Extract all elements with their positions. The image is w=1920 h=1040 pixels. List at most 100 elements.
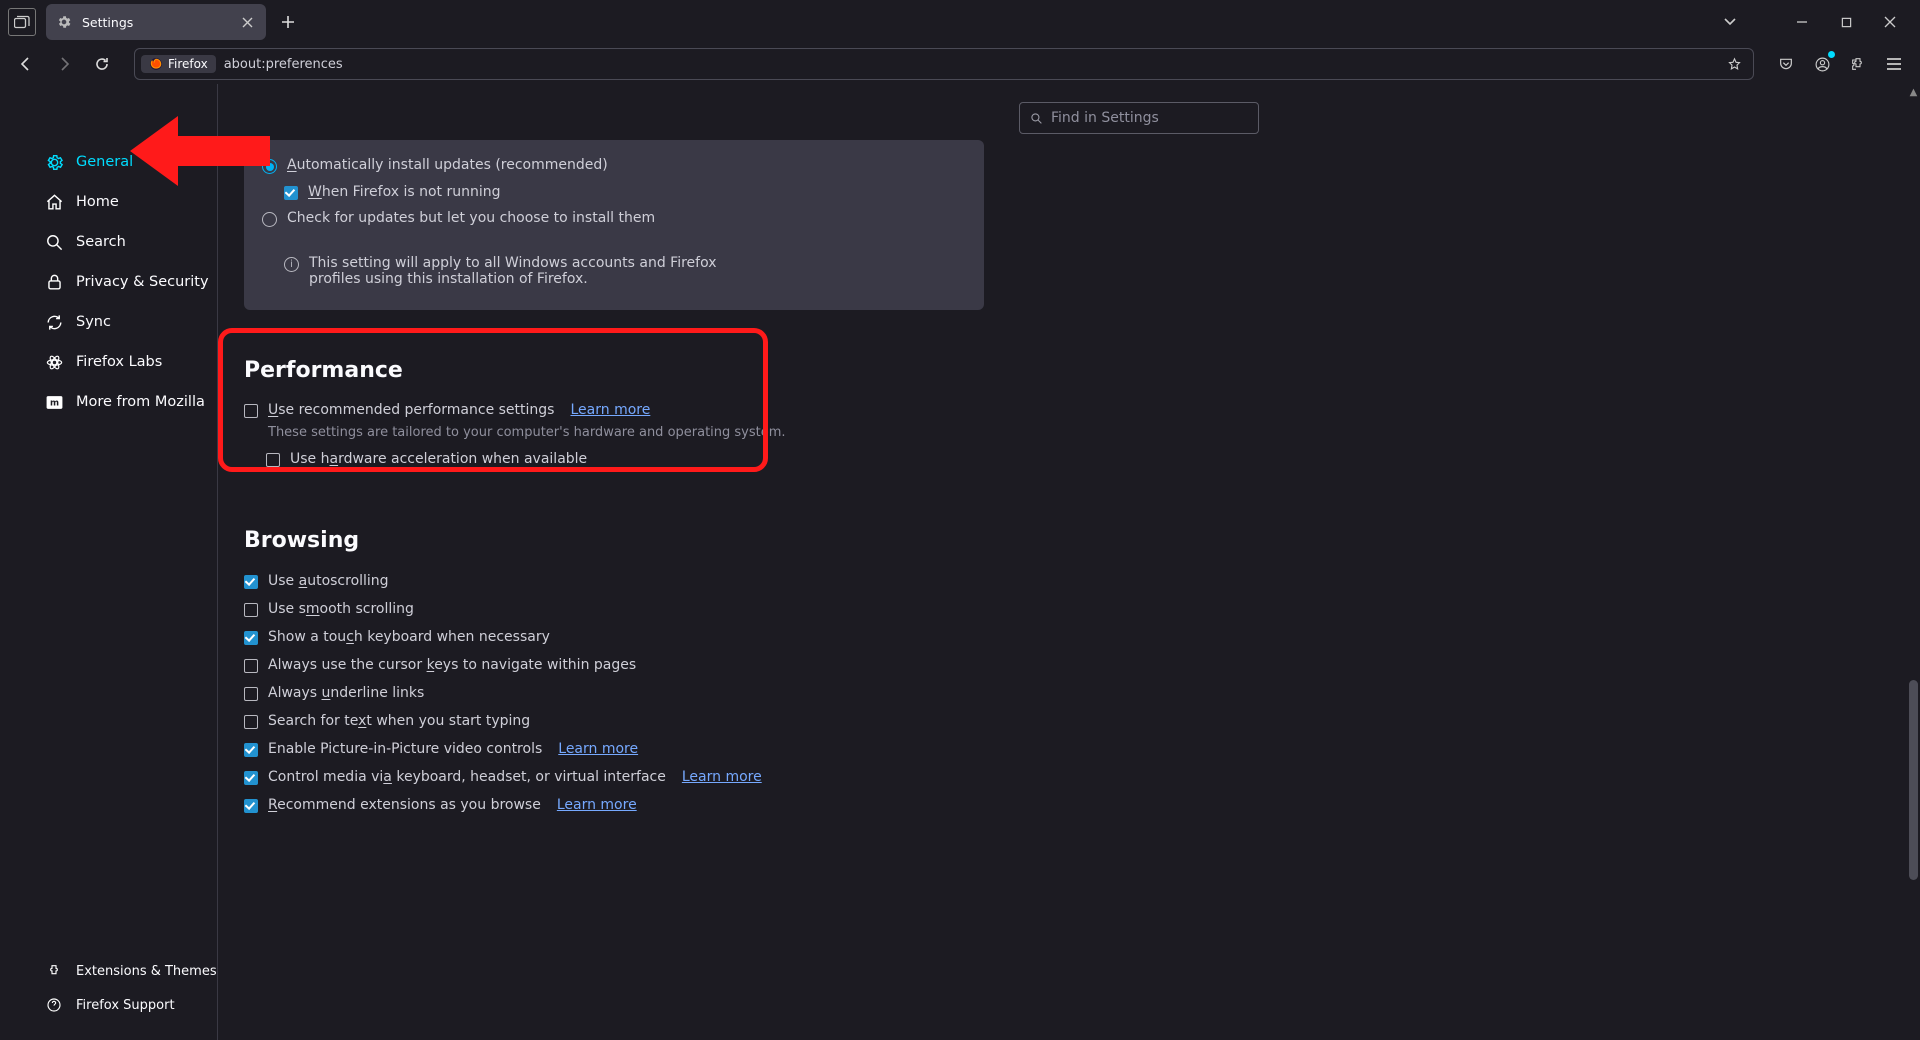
sidebar-item-label: Home [76,194,119,210]
pocket-icon [1778,56,1794,72]
checkbox-browsing-2[interactable] [244,631,258,645]
checkbox-browsing-8[interactable] [244,799,258,813]
sidebar-item-sync[interactable]: Sync [0,302,217,342]
learn-more-link[interactable]: Learn more [558,741,638,757]
checkbox-label: Search for text when you start typing [268,713,530,729]
titlebar: Settings [0,0,1920,44]
browsing-row: Always underline links [244,679,984,707]
sidebar-item-label: Firefox Labs [76,354,162,370]
checkbox-label: Use hardware acceleration when available [290,451,587,467]
main-area: General Home Search Privacy & Security S… [0,84,1920,1040]
sidebar-item-label: Privacy & Security [76,274,209,290]
radio-check-install[interactable] [262,212,277,227]
bookmark-button[interactable] [1721,51,1747,77]
forward-button[interactable] [48,48,80,80]
url-text: about:preferences [224,57,343,72]
sidebar-footer-support[interactable]: Firefox Support [0,988,217,1022]
puzzle-icon [1850,56,1866,72]
reload-icon [94,56,110,72]
account-icon [1814,56,1831,73]
checkbox-browsing-6[interactable] [244,743,258,757]
tab-close-button[interactable] [238,13,256,31]
close-icon [242,17,253,28]
browsing-row: Show a touch keyboard when necessary [244,623,984,651]
browsing-row: Recommend extensions as you browseLearn … [244,791,984,819]
recent-windows-button[interactable] [8,8,36,36]
tab-title: Settings [82,15,228,30]
performance-heading: Performance [244,358,984,383]
browsing-row: Control media via keyboard, headset, or … [244,763,984,791]
browsing-row: Search for text when you start typing [244,707,984,735]
scrollbar-thumb[interactable] [1909,680,1918,880]
tabs-dropdown-button[interactable] [1708,4,1752,40]
firefox-icon [149,57,163,71]
update-note-row: i This setting will apply to all Windows… [262,250,966,292]
sidebar-item-search[interactable]: Search [0,222,217,262]
home-icon [44,192,64,212]
extensions-button[interactable] [1842,48,1874,80]
arrow-left-icon [18,56,34,72]
checkbox-label: Always use the cursor keys to navigate w… [268,657,636,673]
sidebar-item-label: More from Mozilla [76,394,205,410]
window-close-button[interactable] [1868,4,1912,40]
checkbox-hw-accel[interactable] [266,453,280,467]
url-bar[interactable]: Firefox about:preferences [134,48,1754,80]
gear-icon [44,152,64,172]
search-icon [44,232,64,252]
gear-icon [56,14,72,30]
updates-panel: Automatically install updates (recommend… [244,140,984,310]
checkbox-label: Show a touch keyboard when necessary [268,629,550,645]
browsing-row: Enable Picture-in-Picture video controls… [244,735,984,763]
browser-tab[interactable]: Settings [46,4,266,40]
browsing-row: Always use the cursor keys to navigate w… [244,651,984,679]
recent-windows-icon [14,15,30,29]
checkbox-browsing-1[interactable] [244,603,258,617]
checkbox-browsing-0[interactable] [244,575,258,589]
app-menu-button[interactable] [1878,48,1910,80]
settings-content: Automatically install updates (recommend… [218,84,1920,1040]
new-tab-button[interactable] [272,6,304,38]
vertical-scrollbar[interactable]: ▲ [1907,84,1920,1040]
pocket-button[interactable] [1770,48,1802,80]
puzzle-icon [44,961,64,981]
perf-hw-row: Use hardware acceleration when available [244,446,984,472]
window-minimize-button[interactable] [1780,4,1824,40]
account-button[interactable] [1806,48,1838,80]
checkbox-browsing-5[interactable] [244,715,258,729]
sync-icon [44,312,64,332]
checkbox-browsing-4[interactable] [244,687,258,701]
checkbox-browsing-3[interactable] [244,659,258,673]
sidebar: General Home Search Privacy & Security S… [0,84,218,1040]
checkbox-label: Use recommended performance settings [268,402,554,418]
window-maximize-button[interactable] [1824,4,1868,40]
perf-learn-more-link[interactable]: Learn more [570,402,650,418]
back-button[interactable] [10,48,42,80]
learn-more-link[interactable]: Learn more [557,797,637,813]
performance-section: Performance Use recommended performance … [244,358,984,472]
update-check-row: Check for updates but let you choose to … [262,205,966,232]
sidebar-footer-extensions[interactable]: Extensions & Themes [0,954,217,988]
update-auto-row: Automatically install updates (recommend… [262,152,966,179]
scroll-up-icon: ▲ [1907,84,1920,100]
sidebar-item-label: Extensions & Themes [76,964,217,979]
identity-badge[interactable]: Firefox [141,55,216,73]
checkbox-use-recommended[interactable] [244,404,258,418]
sidebar-item-privacy[interactable]: Privacy & Security [0,262,217,302]
lock-icon [44,272,64,292]
checkbox-label: Always underline links [268,685,424,701]
browsing-section: Browsing Use autoscrollingUse smooth scr… [244,528,984,819]
update-note-text: This setting will apply to all Windows a… [309,255,769,287]
learn-more-link[interactable]: Learn more [682,769,762,785]
info-icon: i [284,257,299,272]
sidebar-item-label: Firefox Support [76,998,175,1013]
reload-button[interactable] [86,48,118,80]
checkbox-label: Use smooth scrolling [268,601,414,617]
sidebar-item-more-mozilla[interactable]: m More from Mozilla [0,382,217,422]
sidebar-item-labs[interactable]: Firefox Labs [0,342,217,382]
checkbox-browsing-7[interactable] [244,771,258,785]
checkbox-when-not-running[interactable] [284,186,298,200]
perf-rec-row: Use recommended performance settings Lea… [244,397,984,423]
checkbox-label: Control media via keyboard, headset, or … [268,769,666,785]
checkbox-label: When Firefox is not running [308,184,500,200]
minimize-icon [1796,16,1808,28]
